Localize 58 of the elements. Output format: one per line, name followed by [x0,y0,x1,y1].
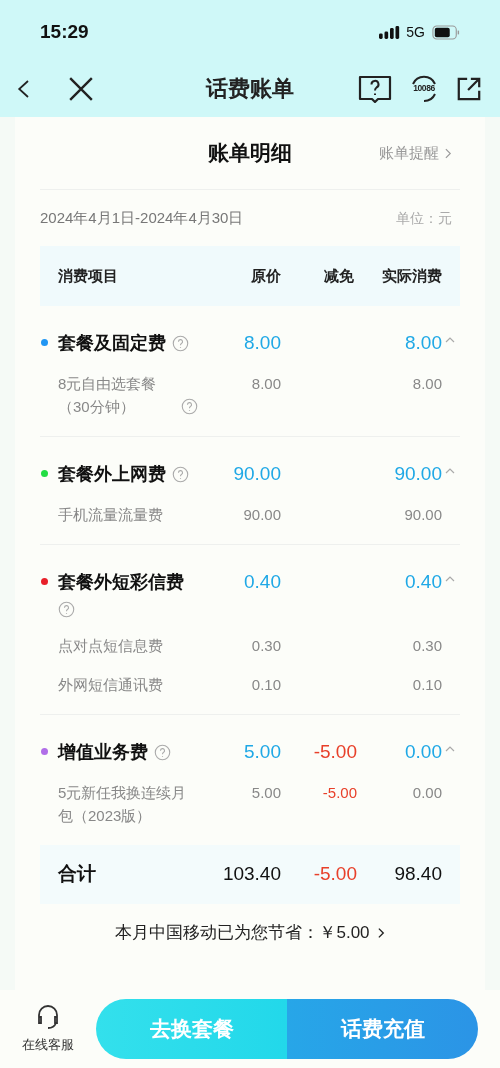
billing-period: 2024年4月1日-2024年4月30日 [40,207,244,228]
total-actual: 98.40 [393,862,442,887]
help-icon[interactable] [58,601,75,618]
original-amount: 8.00 [243,331,281,355]
column-header: 原价 [250,265,281,286]
item-original: 5.00 [250,783,281,803]
section-title: 账单明细 [208,140,292,167]
network-label: 5G [406,22,425,42]
item-actual: 0.30 [411,636,442,656]
category-name: 套餐外短彩信费 [58,571,184,594]
item-actual: 90.00 [403,505,442,525]
help-icon[interactable] [181,398,198,415]
service-label[interactable]: 在线客服 [22,1035,74,1055]
savings-link[interactable]: 本月中国移动已为您节省：￥5.00 [115,920,385,946]
help-icon[interactable] [154,743,171,761]
page-title: 话费账单 [206,75,294,103]
category-name: 增值业务费 [58,741,148,764]
actual-amount: 0.00 [404,740,442,764]
help-icon[interactable] [172,334,189,352]
column-header: 减免 [323,265,355,286]
item-actual: 0.10 [411,675,442,695]
status-time: 15:29 [40,19,89,44]
total-label: 合计 [58,862,97,887]
item-name: 点对点短信息费 [58,636,163,656]
item-actual: 8.00 [411,374,442,394]
total-original: 103.40 [221,862,281,887]
item-original: 0.30 [250,636,281,656]
actual-amount: 90.00 [393,462,442,486]
help-icon[interactable] [172,465,189,483]
battery-icon [432,24,460,40]
item-name: 5元新任我换连续月包（2023版） [58,783,188,826]
help-book-icon[interactable] [358,74,392,103]
item-actual: 0.00 [411,783,442,803]
item-name: 手机流量流量费 [58,505,163,525]
signal-icon [379,25,402,39]
actual-amount: 8.00 [404,331,442,355]
close-icon[interactable] [68,75,94,102]
category-name: 套餐及固定费 [58,332,166,355]
item-name: 外网短信通讯费 [58,675,163,695]
original-amount: 5.00 [243,740,281,764]
customer-service-hotline[interactable]: 10086 [408,72,440,105]
total-discount: -5.00 [312,862,357,887]
chevron-right-icon [445,147,452,159]
column-header: 消费项目 [58,265,119,286]
item-original: 8.00 [250,374,281,394]
category-name: 套餐外上网费 [58,463,166,486]
item-original: 90.00 [242,505,281,525]
original-amount: 90.00 [232,462,281,486]
item-name: 8元自由选套餐（30分钟） [58,374,158,417]
item-original: 0.10 [250,675,281,695]
unit-label: 单位：元 [396,208,452,228]
original-amount: 0.40 [243,570,281,594]
share-icon[interactable] [456,75,482,102]
chevron-right-icon [377,926,385,939]
discount-amount: -5.00 [312,740,357,764]
item-discount: -5.00 [321,783,357,803]
actual-amount: 0.40 [404,570,442,594]
column-header: 实际消费 [381,265,442,286]
